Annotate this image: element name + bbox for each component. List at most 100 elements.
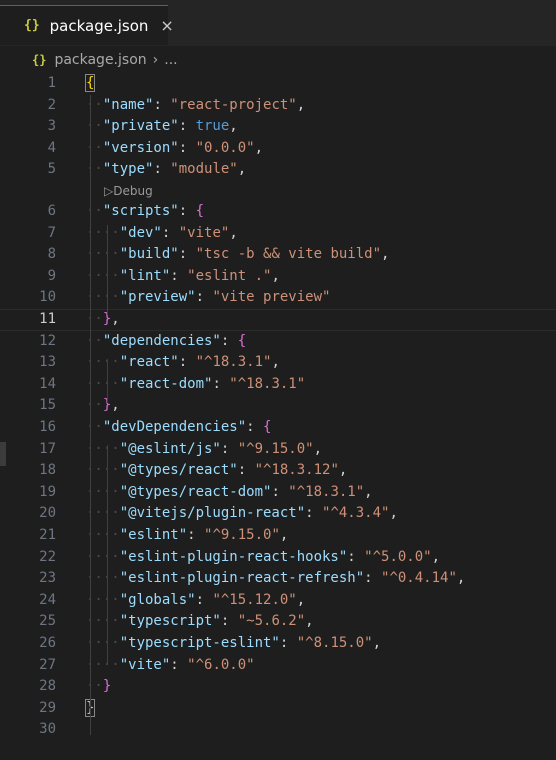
line-code: ····"globals": "^15.12.0", xyxy=(86,590,305,612)
indent-guide xyxy=(107,359,108,403)
whitespace-marker: ·· xyxy=(86,397,103,414)
json-braces-icon: {} xyxy=(24,18,40,33)
indent-guide xyxy=(90,95,91,735)
code-line[interactable]: 22 ····"eslint-plugin-react-hooks": "^5.0… xyxy=(0,547,556,569)
breadcrumb-ellipsis[interactable]: ... xyxy=(164,52,177,68)
code-line[interactable]: 26 ····"typescript-eslint": "^8.15.0", xyxy=(0,633,556,655)
line-number: 16 xyxy=(39,419,56,435)
line-number: 1 xyxy=(47,75,56,91)
close-icon[interactable]: × xyxy=(160,16,173,35)
breadcrumb-file[interactable]: package.json xyxy=(54,52,146,68)
code-token: "react-dom" xyxy=(119,375,213,392)
whitespace-marker: ·· xyxy=(86,678,103,695)
code-token: , xyxy=(389,505,398,522)
code-token: : xyxy=(161,224,179,241)
whitespace-marker: ···· xyxy=(86,570,120,587)
code-line[interactable]: 24 ····"globals": "^15.12.0", xyxy=(0,590,556,612)
code-token: "eslint-plugin-react-refresh" xyxy=(119,570,365,587)
code-token: : xyxy=(364,570,382,587)
code-token: , xyxy=(338,462,348,479)
line-code: ··}, xyxy=(86,310,120,330)
whitespace-marker: ·· xyxy=(86,203,103,219)
code-token: "module" xyxy=(170,161,238,178)
line-code: ····"react": "^18.3.1", xyxy=(86,352,280,374)
line-code: ····"preview": "vite preview" xyxy=(86,287,330,309)
line-code: ····"typescript-eslint": "^8.15.0", xyxy=(86,633,381,655)
tab-bar: {} package.json × xyxy=(0,0,556,46)
code-line[interactable]: 20 ····"@vitejs/plugin-react": "^4.3.4", xyxy=(0,503,556,525)
code-token: , xyxy=(111,311,120,327)
debug-codelens[interactable]: ▷Debug xyxy=(104,182,153,200)
line-code: ····"eslint-plugin-react-hooks": "^5.0.0… xyxy=(86,547,440,569)
code-token: true xyxy=(195,118,230,135)
line-number: 27 xyxy=(39,656,56,673)
code-line[interactable]: 11 ··}, xyxy=(0,309,556,331)
code-line[interactable]: 8 ····"build": "tsc -b && vite build", xyxy=(0,244,556,266)
code-line[interactable]: 16 ··"devDependencies": { xyxy=(0,417,556,439)
code-token: : xyxy=(170,267,188,284)
code-token: "name" xyxy=(102,96,154,113)
code-line[interactable]: 5 ··"type": "module", xyxy=(0,159,556,181)
code-line[interactable]: 4 ··"version": "0.0.0", xyxy=(0,138,556,160)
code-line[interactable]: 29} xyxy=(0,698,556,720)
code-token: "dependencies" xyxy=(102,332,221,349)
code-token: : xyxy=(271,483,289,500)
code-line[interactable]: 25 ····"typescript": "~5.6.2", xyxy=(0,611,556,633)
code-line[interactable]: 30 xyxy=(0,719,556,741)
code-token: , xyxy=(271,267,280,284)
code-token: "vite" xyxy=(119,656,171,673)
code-token: , xyxy=(229,224,238,241)
tab-package-json[interactable]: {} package.json × xyxy=(0,5,174,45)
whitespace-marker: ···· xyxy=(86,548,120,565)
code-token: "^9.15.0" xyxy=(237,440,314,457)
code-token: "^18.3.12" xyxy=(254,462,339,479)
line-number: 6 xyxy=(47,203,56,219)
code-line[interactable]: 13 ····"react": "^18.3.1", xyxy=(0,352,556,374)
code-line[interactable]: 12 ··"dependencies": { xyxy=(0,331,556,353)
line-code: ··"devDependencies": { xyxy=(86,417,271,439)
whitespace-marker: ···· xyxy=(86,267,120,284)
code-line[interactable]: 14 ····"react-dom": "^18.3.1" xyxy=(0,374,556,396)
code-line[interactable]: 19 ····"@types/react-dom": "^18.3.1", xyxy=(0,482,556,504)
code-line[interactable]: 7 ····"dev": "vite", xyxy=(0,223,556,245)
code-token: } xyxy=(102,678,112,695)
whitespace-marker: ·· xyxy=(86,419,103,435)
line-code: ····"typescript": "~5.6.2", xyxy=(86,611,314,633)
code-token: "preview" xyxy=(119,289,196,306)
line-code: ····"@types/react-dom": "^18.3.1", xyxy=(86,482,373,504)
code-editor[interactable]: ▷Debug 1{2 ··"name": "react-project", 3 ··"… xyxy=(0,70,556,760)
whitespace-marker: ···· xyxy=(86,375,120,392)
whitespace-marker: ···· xyxy=(86,591,120,608)
whitespace-marker: ···· xyxy=(86,224,120,241)
code-line[interactable]: 6 ··"scripts": { xyxy=(0,201,556,223)
code-line[interactable]: 23 ····"eslint-plugin-react-refresh": "^0… xyxy=(0,568,556,590)
whitespace-marker: ···· xyxy=(86,483,120,500)
code-line[interactable]: 9 ····"lint": "eslint .", xyxy=(0,266,556,288)
code-line[interactable]: 10 ····"preview": "vite preview" xyxy=(0,287,556,309)
line-number: 26 xyxy=(39,635,56,651)
json-braces-icon: {} xyxy=(32,53,47,67)
code-line[interactable]: 15 ··}, xyxy=(0,395,556,417)
code-token: "vite" xyxy=(178,224,230,241)
line-code: ····"@eslint/js": "^9.15.0", xyxy=(86,439,322,461)
whitespace-marker: ·· xyxy=(86,139,103,156)
code-line[interactable]: 27 ····"vite": "^6.0.0" xyxy=(0,655,556,677)
code-token: , xyxy=(381,246,390,263)
line-code: ··"private": true, xyxy=(86,116,238,138)
line-code: ····"eslint": "^9.15.0", xyxy=(86,525,288,547)
line-number: 11 xyxy=(39,311,56,327)
code-line[interactable]: 3 ··"private": true, xyxy=(0,116,556,138)
code-token: : xyxy=(279,635,297,651)
code-line[interactable]: 2 ··"name": "react-project", xyxy=(0,95,556,117)
code-token: : xyxy=(170,656,188,673)
whitespace-marker: ···· xyxy=(86,656,120,673)
code-line[interactable]: 1{ xyxy=(0,73,556,95)
code-token: "typescript-eslint" xyxy=(119,635,280,651)
code-token: , xyxy=(254,139,264,156)
code-line[interactable]: 21 ····"eslint": "^9.15.0", xyxy=(0,525,556,547)
code-line[interactable]: 18 ····"@types/react": "^18.3.12", xyxy=(0,460,556,482)
line-number: 4 xyxy=(47,139,56,156)
whitespace-marker: ·· xyxy=(86,96,103,113)
code-line[interactable]: 17 ····"@eslint/js": "^9.15.0", xyxy=(0,439,556,461)
code-line[interactable]: 28 ··} xyxy=(0,676,556,698)
